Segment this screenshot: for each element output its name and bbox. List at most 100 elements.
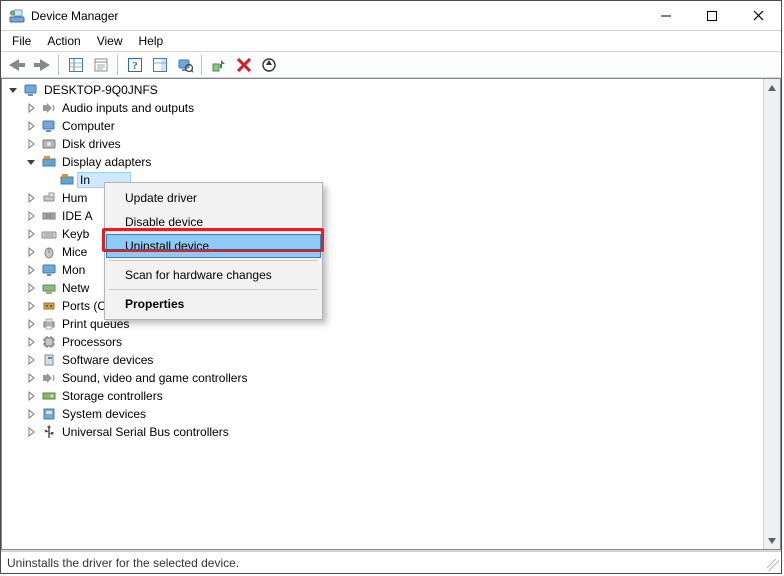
menu-help[interactable]: Help [132,33,171,49]
resize-grip-icon[interactable] [767,559,779,571]
tree-item-label: Software devices [60,353,155,367]
expander-closed-icon[interactable] [24,337,38,347]
tree-item-label: Keyb [60,227,91,241]
tree-item-system[interactable]: System devices [6,405,759,423]
audio-icon [41,100,57,116]
expander-open-icon[interactable] [6,85,20,95]
context-menu: Update driver Disable device Uninstall d… [104,182,323,320]
menu-action[interactable]: Action [40,33,87,49]
tree-item-label: Storage controllers [60,389,165,403]
expander-closed-icon[interactable] [24,193,38,203]
properties-button[interactable] [89,54,112,76]
tree-item-computer[interactable]: Computer [6,117,759,135]
tree-item-label: Processors [60,335,124,349]
tree-item-sound[interactable]: Sound, video and game controllers [6,369,759,387]
expander-closed-icon[interactable] [24,121,38,131]
processor-icon [41,334,57,350]
tree-item-label: Hum [60,191,89,205]
menu-view[interactable]: View [90,33,130,49]
expander-closed-icon[interactable] [24,391,38,401]
window-title: Device Manager [31,9,643,23]
help-button[interactable]: ? [123,54,146,76]
storage-icon [41,388,57,404]
expander-closed-icon[interactable] [24,229,38,239]
svg-text:?: ? [132,60,138,72]
mouse-icon [41,244,57,260]
expander-closed-icon[interactable] [24,301,38,311]
disk-icon [41,136,57,152]
tree-item-disk[interactable]: Disk drives [6,135,759,153]
tree-item-storage[interactable]: Storage controllers [6,387,759,405]
ctx-scan-hardware[interactable]: Scan for hardware changes [107,264,320,286]
maximize-button[interactable] [689,1,735,31]
keyboard-icon [41,226,57,242]
tree-item-label: Display adapters [60,155,153,169]
ctx-properties[interactable]: Properties [107,293,320,315]
status-text: Uninstalls the driver for the selected d… [7,556,239,570]
ctx-update-driver[interactable]: Update driver [107,187,320,209]
expander-closed-icon[interactable] [24,355,38,365]
tree-item-usb[interactable]: Universal Serial Bus controllers [6,423,759,441]
expander-closed-icon[interactable] [24,211,38,221]
scroll-up-button[interactable] [764,79,781,96]
tree-item-display[interactable]: Display adapters [6,153,759,171]
network-icon [41,280,57,296]
menu-file[interactable]: File [5,33,38,49]
expander-closed-icon[interactable] [24,103,38,113]
menubar: File Action View Help [1,31,781,51]
usb-icon [41,424,57,440]
expander-closed-icon[interactable] [24,247,38,257]
forward-button[interactable] [30,54,53,76]
display-adapter-icon [41,154,57,170]
expander-closed-icon[interactable] [24,319,38,329]
back-button[interactable] [5,54,28,76]
tree-item-label: Mon [60,263,87,277]
computer-icon [41,118,57,134]
update-driver-button[interactable] [257,54,280,76]
expander-open-icon[interactable] [24,157,38,167]
ide-icon [41,208,57,224]
tree-item-processors[interactable]: Processors [6,333,759,351]
tree-item-label: Netw [60,281,91,295]
tree-item-label: Sound, video and game controllers [60,371,249,385]
close-button[interactable] [735,1,781,31]
tree-item-audio[interactable]: Audio inputs and outputs [6,99,759,117]
ctx-separator [109,260,318,261]
toolbar: ? [1,51,781,78]
software-icon [41,352,57,368]
expander-closed-icon[interactable] [24,265,38,275]
tree-item-label: Universal Serial Bus controllers [60,425,231,439]
tree-item-label: System devices [60,407,148,421]
ctx-uninstall-device[interactable]: Uninstall device [107,235,320,257]
vertical-scrollbar[interactable] [763,79,780,549]
expander-closed-icon[interactable] [24,409,38,419]
tree-item-label: Disk drives [60,137,123,151]
monitor-icon [41,262,57,278]
ports-icon [41,298,57,314]
uninstall-device-button[interactable] [232,54,255,76]
action-pane-button[interactable] [148,54,171,76]
tree-item-label: IDE A [60,209,95,223]
enable-device-button[interactable] [207,54,230,76]
tree-item-label: Audio inputs and outputs [60,101,196,115]
display-adapter-icon [59,172,75,188]
tree-item-label: Computer [60,119,117,133]
system-icon [41,406,57,422]
show-hide-console-tree-button[interactable] [64,54,87,76]
statusbar: Uninstalls the driver for the selected d… [1,551,781,573]
printer-icon [41,316,57,332]
tree-item-software[interactable]: Software devices [6,351,759,369]
expander-closed-icon[interactable] [24,283,38,293]
scan-hardware-button[interactable] [173,54,196,76]
scroll-down-button[interactable] [764,532,781,549]
tree-root-label: DESKTOP-9Q0JNFS [42,83,160,97]
expander-closed-icon[interactable] [24,373,38,383]
expander-closed-icon[interactable] [24,139,38,149]
hid-icon [41,190,57,206]
expander-closed-icon[interactable] [24,427,38,437]
ctx-separator [109,289,318,290]
app-icon [9,8,25,24]
ctx-disable-device[interactable]: Disable device [107,211,320,233]
minimize-button[interactable] [643,1,689,31]
tree-root[interactable]: DESKTOP-9Q0JNFS [6,81,759,99]
